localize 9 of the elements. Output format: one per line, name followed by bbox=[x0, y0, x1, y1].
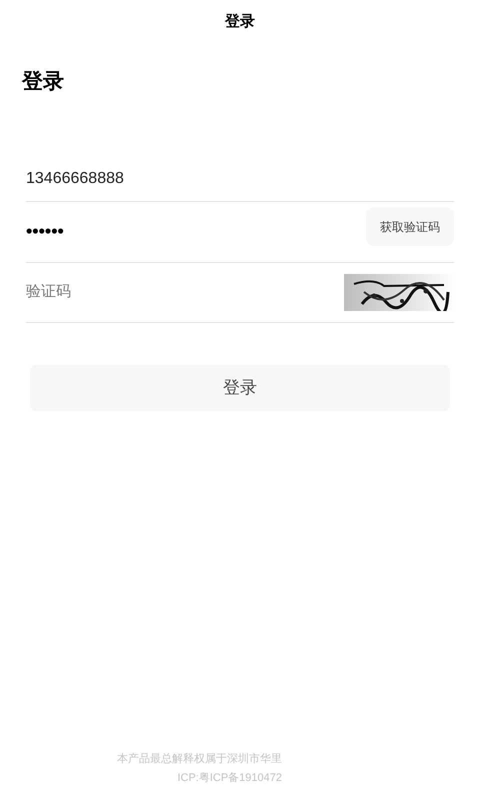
captcha-field[interactable]: 验证码 bbox=[26, 280, 226, 304]
nav-title: 登录 bbox=[225, 12, 255, 32]
footer-text: ICP:粤ICP备1910472 bbox=[177, 770, 282, 786]
footer-text: 本产品最总解释权属于深圳市华里 bbox=[117, 752, 282, 767]
login-button[interactable]: 登录 bbox=[30, 364, 450, 410]
phone-field[interactable]: 13466668888 bbox=[26, 167, 454, 191]
get-code-button[interactable]: 获取验证码 bbox=[366, 207, 454, 246]
password-field[interactable]: •••••• bbox=[26, 218, 226, 245]
page-heading: 登录 bbox=[22, 70, 64, 93]
